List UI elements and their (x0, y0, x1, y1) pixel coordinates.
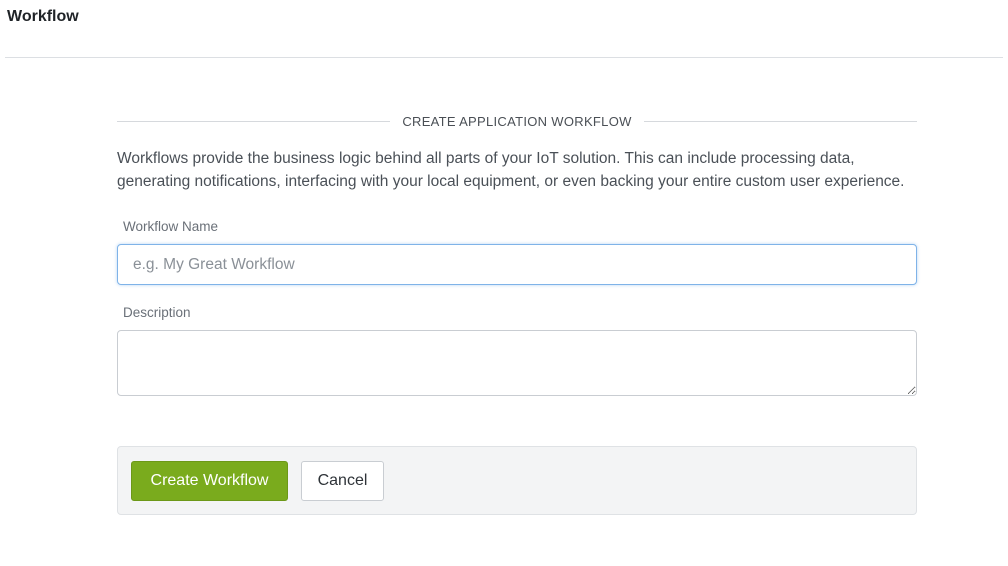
cancel-button[interactable]: Cancel (301, 461, 384, 501)
section-divider: CREATE APPLICATION WORKFLOW (117, 110, 917, 132)
divider-line-left (117, 120, 391, 122)
section-title: CREATE APPLICATION WORKFLOW (402, 113, 632, 129)
form-actions: Create Workflow Cancel (117, 446, 917, 515)
create-workflow-button[interactable]: Create Workflow (131, 461, 288, 501)
page-title: Workflow (7, 8, 79, 25)
intro-text: Workflows provide the business logic beh… (117, 150, 905, 190)
create-workflow-form: CREATE APPLICATION WORKFLOW Workflows pr… (117, 110, 917, 515)
page-header: Workflow (5, 0, 1003, 58)
workflow-name-label: Workflow Name (123, 219, 219, 234)
description-label: Description (123, 305, 191, 320)
description-input[interactable] (117, 330, 917, 396)
divider-line-right (643, 120, 917, 122)
workflow-name-input[interactable] (117, 244, 917, 285)
